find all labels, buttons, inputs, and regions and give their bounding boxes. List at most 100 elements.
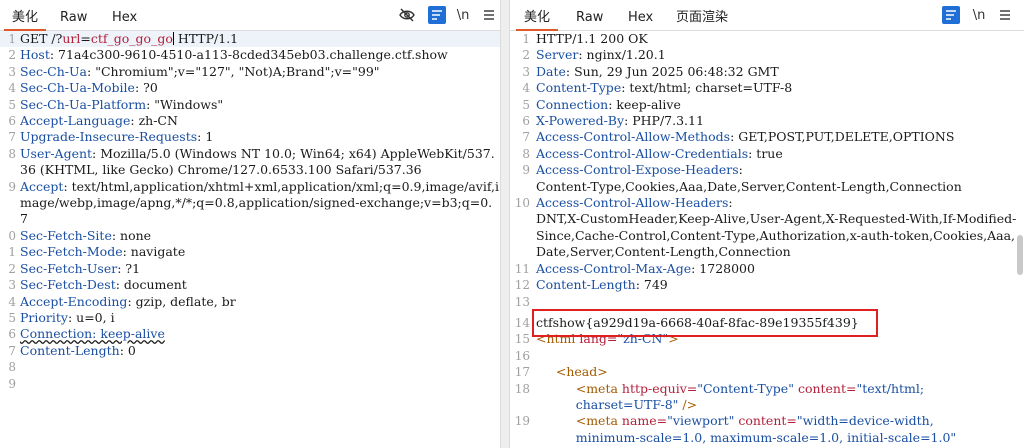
code-line: 7 Access-Control-Allow-Methods: GET,POST,… xyxy=(510,129,1024,145)
code-line: 4 Sec-Ch-Ua-Mobile: ?0 xyxy=(0,80,500,96)
line-number: 9 xyxy=(522,163,530,178)
line-number: 6 xyxy=(522,114,530,129)
line-number: 0 xyxy=(8,228,16,243)
wrap-icon[interactable] xyxy=(428,6,446,24)
code-token: <meta xyxy=(575,380,622,396)
code-token: : GET,POST,PUT,DELETE,OPTIONS xyxy=(730,129,955,145)
request-editor[interactable]: 1 GET /?url=ctf_go_go_go HTTP/1.1 2 Host: 7… xyxy=(0,31,500,448)
line-number: 1 xyxy=(8,245,16,260)
eye-off-icon[interactable] xyxy=(398,6,416,24)
code-line: 5 Priority: u=0, i xyxy=(0,310,500,326)
code-token: : text/html,application/xhtml+xml,applic… xyxy=(20,178,500,227)
code-token: Access-Control-Expose-Headers xyxy=(536,162,739,178)
code-line: 8 User-Agent: Mozilla/5.0 (Windows NT 10.… xyxy=(0,146,500,179)
code-token: : Sun, 29 Jun 2025 06:48:32 GMT xyxy=(565,63,779,79)
tab-pretty[interactable]: 美化 xyxy=(516,7,559,31)
tab-render[interactable]: 页面渲染 xyxy=(668,7,736,29)
code-line: 12 Content-Length: 749 xyxy=(510,277,1024,293)
newline-icon[interactable]: \n xyxy=(970,6,988,24)
line-number: 2 xyxy=(8,48,16,63)
code-line: 1 Sec-Fetch-Mode: navigate xyxy=(0,244,500,260)
code-token: Sec-Fetch-Site xyxy=(20,227,112,243)
code-token: : ?1 xyxy=(117,260,141,276)
code-line: 4 Content-Type: text/html; charset=UTF-8 xyxy=(510,80,1024,96)
menu-icon[interactable] xyxy=(480,6,498,24)
code-token: Accept-Encoding xyxy=(20,293,128,309)
code-line: 13 xyxy=(510,294,1024,310)
code-line: 17 <head> xyxy=(510,364,1024,380)
newline-icon[interactable]: \n xyxy=(454,6,472,24)
code-token: : navigate xyxy=(122,244,186,260)
tab-hex[interactable]: Hex xyxy=(104,7,145,29)
line-number: 3 xyxy=(8,278,16,293)
response-toolbar: 美化 Raw Hex 页面渲染 \n xyxy=(510,0,1024,31)
code-token: = xyxy=(80,31,91,46)
menu-icon[interactable] xyxy=(996,6,1014,24)
code-line: 5 Connection: keep-alive xyxy=(510,97,1024,113)
code-token: <meta xyxy=(575,413,622,429)
code-token: name= xyxy=(621,413,668,429)
pane-splitter[interactable] xyxy=(500,0,510,448)
line-number: 3 xyxy=(522,64,530,79)
code-line: 6 X-Powered-By: PHP/7.3.11 xyxy=(510,113,1024,129)
code-token: : zh-CN xyxy=(130,113,178,129)
code-token: X-Powered-By xyxy=(536,113,625,129)
code-token: HTTP/1.1 xyxy=(173,31,239,46)
code-token: : Mozilla/5.0 (Windows NT 10.0; Win64; x… xyxy=(20,145,495,178)
tab-raw[interactable]: Raw xyxy=(52,7,95,29)
code-token: Connection xyxy=(536,96,609,112)
code-line: 10 Access-Control-Allow-Headers: DNT,X-Cu… xyxy=(510,195,1024,261)
response-editor[interactable]: 1 HTTP/1.1 200 OK 2 Server: nginx/1.20.1 3 Da… xyxy=(510,31,1024,448)
code-line: 9 Access-Control-Expose-Headers: Content-… xyxy=(510,162,1024,195)
tab-pretty[interactable]: 美化 xyxy=(4,7,47,31)
code-line: 2 Server: nginx/1.20.1 xyxy=(510,47,1024,63)
code-token: : ?0 xyxy=(134,80,158,96)
line-number: 1 xyxy=(8,32,16,46)
line-number: 4 xyxy=(8,81,16,96)
code-token: Connection: keep-alive xyxy=(20,326,165,342)
code-token: Sec-Fetch-User xyxy=(20,260,118,276)
code-token: /> xyxy=(678,396,698,412)
code-token: Accept xyxy=(20,178,64,194)
line-number: 7 xyxy=(8,130,16,145)
line-number: 7 xyxy=(8,343,16,358)
code-token: Sec-Fetch-Mode xyxy=(20,244,123,260)
code-line: 9 Accept: text/html,application/xhtml+xml… xyxy=(0,179,500,228)
code-line: 3 Sec-Ch-Ua: "Chromium";v="127", "Not)A;B… xyxy=(0,64,500,80)
line-number: 9 xyxy=(8,376,16,391)
line-number: 6 xyxy=(8,327,16,342)
code-token: Sec-Fetch-Dest xyxy=(20,277,116,293)
code-token: : true xyxy=(748,145,783,161)
wrap-icon[interactable] xyxy=(942,6,960,24)
code-line: 1 HTTP/1.1 200 OK xyxy=(510,31,1024,47)
code-line: 19 <meta name="viewport" content="width=… xyxy=(510,413,1024,446)
line-number: 18 xyxy=(514,381,530,396)
code-token: : PHP/7.3.11 xyxy=(624,113,704,129)
tab-raw[interactable]: Raw xyxy=(568,7,611,29)
code-token: Sec-Ch-Ua-Mobile xyxy=(20,80,135,96)
code-token: url xyxy=(62,31,81,46)
code-line: 16 xyxy=(510,348,1024,364)
code-line: 2 Host: 71a4c300-9610-4510-a113-8cded345e… xyxy=(0,47,500,63)
code-line: 6 Accept-Language: zh-CN xyxy=(0,113,500,129)
code-line: 1 GET /?url=ctf_go_go_go HTTP/1.1 xyxy=(0,31,500,47)
code-token: : 749 xyxy=(635,277,668,293)
code-token: Content-Length xyxy=(536,277,636,293)
code-token: Content-Length xyxy=(20,342,120,358)
line-number: 11 xyxy=(514,261,530,276)
scrollbar-thumb[interactable] xyxy=(1017,235,1023,275)
line-number: 16 xyxy=(514,348,530,363)
line-number: 9 xyxy=(8,179,16,194)
code-line: 9 xyxy=(0,376,500,392)
line-number: 4 xyxy=(8,294,16,309)
code-line: 4 Accept-Encoding: gzip, deflate, br xyxy=(0,294,500,310)
line-number: 8 xyxy=(8,146,16,161)
code-token: : 1 xyxy=(197,129,214,145)
code-token: "Content-Type" xyxy=(697,380,794,396)
code-line: 18 <meta http-equiv="Content-Type" conte… xyxy=(510,381,1024,414)
line-number: 1 xyxy=(522,32,530,46)
code-token: : nginx/1.20.1 xyxy=(578,47,666,63)
tab-hex[interactable]: Hex xyxy=(620,7,661,29)
